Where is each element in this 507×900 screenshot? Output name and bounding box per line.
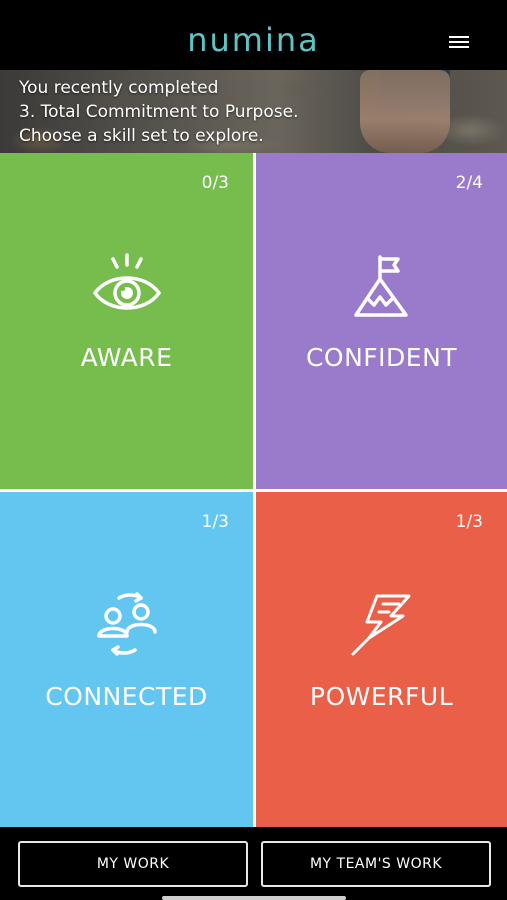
tile-progress-count: 1/3 [455, 512, 483, 532]
skill-set-grid: 0/3 AWARE 2/4 CONFIDENT 1/3 CONNECTED 1/… [0, 153, 507, 827]
skill-tile-aware[interactable]: 0/3 AWARE [0, 153, 253, 489]
hamburger-menu-icon[interactable] [449, 36, 469, 50]
my-teams-work-button[interactable]: MY TEAM'S WORK [261, 841, 491, 887]
my-work-button[interactable]: MY WORK [18, 841, 248, 887]
banner-line-3: Choose a skill set to explore. [19, 126, 264, 146]
home-indicator[interactable] [162, 896, 346, 900]
banner-text: You recently completed 3. Total Commitme… [19, 76, 298, 148]
banner-line-2: 3. Total Commitment to Purpose. [19, 102, 299, 122]
eye-icon [91, 253, 163, 321]
top-bar: numina [0, 0, 507, 70]
people-cycle-icon [91, 592, 163, 660]
tile-label: CONFIDENT [305, 343, 458, 372]
mountain-flag-icon [352, 253, 412, 323]
app-logo: numina [187, 21, 320, 59]
skill-tile-connected[interactable]: 1/3 CONNECTED [0, 492, 253, 827]
tile-progress-count: 2/4 [455, 173, 483, 193]
banner-line-1: You recently completed [19, 78, 219, 98]
lightning-icon [347, 592, 417, 662]
tile-progress-count: 1/3 [201, 512, 229, 532]
tile-progress-count: 0/3 [201, 173, 229, 193]
banner-image-foot [360, 70, 450, 153]
skill-tile-confident[interactable]: 2/4 CONFIDENT [256, 153, 507, 489]
bottom-nav: MY WORK MY TEAM'S WORK [0, 827, 507, 900]
recent-completion-banner: You recently completed 3. Total Commitme… [0, 70, 507, 153]
tile-label: POWERFUL [309, 682, 454, 711]
skill-tile-powerful[interactable]: 1/3 POWERFUL [256, 492, 507, 827]
tile-label: CONNECTED [45, 682, 208, 711]
tile-label: AWARE [80, 343, 173, 372]
